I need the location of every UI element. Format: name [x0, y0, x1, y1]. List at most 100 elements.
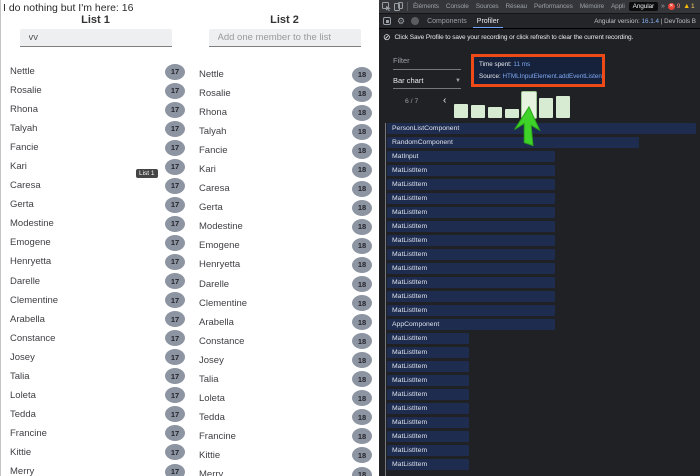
list-item[interactable]: Talia 17: [1, 367, 190, 386]
list-item[interactable]: Loleta 17: [1, 386, 190, 405]
list-item[interactable]: Caresa 18: [190, 179, 379, 198]
component-timing-bar[interactable]: MatListItem: [387, 389, 469, 400]
list-item[interactable]: Modestine 18: [190, 217, 379, 236]
tab-appli[interactable]: Appli: [610, 3, 626, 10]
list-item[interactable]: Tedda 17: [1, 405, 190, 424]
component-timing-bar[interactable]: MatListItem: [387, 235, 555, 246]
prev-frame-chevron[interactable]: ‹: [443, 95, 446, 106]
list-item[interactable]: Rhona 18: [190, 103, 379, 122]
list-item[interactable]: Arabella 17: [1, 310, 190, 329]
component-timing-bar[interactable]: MatListItem: [387, 291, 555, 302]
list-item[interactable]: Arabella 18: [190, 313, 379, 332]
list-item[interactable]: Talia 18: [190, 370, 379, 389]
list-item[interactable]: Kittie 18: [190, 446, 379, 465]
component-timing-bar[interactable]: MatListItem: [387, 221, 555, 232]
component-timing-bar[interactable]: MatListItem: [387, 431, 469, 442]
list-item[interactable]: Clementine 17: [1, 291, 190, 310]
tab-réseau[interactable]: Réseau: [505, 3, 529, 10]
list-item[interactable]: Constance 18: [190, 332, 379, 351]
component-timing-bar[interactable]: MatListItem: [387, 347, 469, 358]
source-value[interactable]: HTMLInputElement.addEventListener:keydow…: [502, 73, 605, 80]
member-name: Darelle: [10, 276, 40, 287]
list-scrollbar[interactable]: [385, 123, 386, 476]
tab-éléments[interactable]: Éléments: [412, 3, 440, 10]
list-item[interactable]: Gerta 18: [190, 198, 379, 217]
frame-bar-7[interactable]: [556, 96, 570, 118]
tab-mémoire[interactable]: Mémoire: [579, 3, 605, 10]
list-item[interactable]: Emogene 17: [1, 233, 190, 252]
gear-icon[interactable]: ⚙: [397, 17, 405, 26]
inspect-element-icon[interactable]: [382, 2, 391, 11]
tab-angular[interactable]: Angular: [629, 2, 658, 11]
component-timing-bar[interactable]: MatInput: [387, 151, 555, 162]
component-timing-bar[interactable]: MatListItem: [387, 165, 555, 176]
list-item[interactable]: Francine 17: [1, 424, 190, 443]
list-item[interactable]: Talyah 18: [190, 122, 379, 141]
member-badge: 18: [352, 67, 372, 83]
component-timing-bar[interactable]: AppComponent: [387, 319, 555, 330]
component-timing-bar[interactable]: MatListItem: [387, 207, 555, 218]
list-item[interactable]: Merry 17: [1, 462, 190, 476]
component-timing-bar[interactable]: MatListItem: [387, 417, 469, 428]
tab-components[interactable]: Components: [425, 18, 469, 25]
list-item[interactable]: Caresa 17: [1, 176, 190, 195]
list-item[interactable]: Kittie 17: [1, 443, 190, 462]
frame-bar-2[interactable]: [471, 105, 485, 118]
tab-performances[interactable]: Performances: [533, 3, 574, 10]
extension-frame-icon[interactable]: [383, 17, 391, 25]
list-item[interactable]: Clementine 18: [190, 294, 379, 313]
component-timing-bar[interactable]: MatListItem: [387, 459, 469, 470]
component-timing-bar[interactable]: MatListItem: [387, 263, 555, 274]
list-item[interactable]: Gerta 17: [1, 195, 190, 214]
component-timing-bar[interactable]: MatListItem: [387, 403, 469, 414]
list-item[interactable]: Henryetta 17: [1, 252, 190, 271]
component-timing-bar[interactable]: MatListItem: [387, 333, 469, 344]
list-item[interactable]: Loleta 18: [190, 389, 379, 408]
component-timing-bar[interactable]: MatListItem: [387, 305, 555, 316]
component-timing-bar[interactable]: MatListItem: [387, 193, 555, 204]
chart-type-select[interactable]: Bar chart ▼: [393, 76, 461, 89]
component-timing-bar[interactable]: MatListItem: [387, 249, 555, 260]
list-item[interactable]: Rosalie 17: [1, 81, 190, 100]
list-item[interactable]: Fancie 18: [190, 141, 379, 160]
list-item[interactable]: Modestine 17: [1, 214, 190, 233]
list-item[interactable]: Constance 17: [1, 329, 190, 348]
list-item[interactable]: Kari 17: [1, 157, 190, 176]
version-suffix: | DevTools B: [661, 18, 696, 25]
list-item[interactable]: Francine 18: [190, 427, 379, 446]
console-error-badge[interactable]: ✕ 9: [668, 3, 680, 10]
frame-bar-3[interactable]: [488, 107, 502, 118]
list-item[interactable]: Talyah 17: [1, 119, 190, 138]
component-timing-bar[interactable]: MatListItem: [387, 179, 555, 190]
list-item[interactable]: Emogene 18: [190, 236, 379, 255]
list-item[interactable]: Henryetta 18: [190, 255, 379, 274]
list-item[interactable]: Merry 18: [190, 465, 379, 476]
list-item[interactable]: Josey 17: [1, 348, 190, 367]
tab-profiler[interactable]: Profiler: [475, 18, 501, 25]
component-timing-bar[interactable]: MatListItem: [387, 375, 469, 386]
list-item[interactable]: Darelle 17: [1, 272, 190, 291]
frame-bar-1[interactable]: [454, 104, 468, 118]
list1-input[interactable]: [20, 29, 172, 47]
component-timing-bar[interactable]: MatListItem: [387, 445, 469, 456]
more-tabs-chevron[interactable]: »: [661, 3, 665, 10]
component-timing-rows: PersonListComponent RandomComponent MatI…: [387, 123, 699, 473]
device-toolbar-icon[interactable]: [394, 2, 403, 11]
filter-input[interactable]: Filter: [393, 56, 461, 70]
list-item[interactable]: Fancie 17: [1, 138, 190, 157]
component-timing-bar[interactable]: MatListItem: [387, 361, 469, 372]
list-item[interactable]: Rhona 17: [1, 100, 190, 119]
component-timing-bar[interactable]: MatListItem: [387, 277, 555, 288]
list-item[interactable]: Kari 18: [190, 160, 379, 179]
tab-console[interactable]: Console: [445, 3, 470, 10]
list-item[interactable]: Josey 18: [190, 351, 379, 370]
list-item[interactable]: Darelle 18: [190, 275, 379, 294]
record-slash-icon[interactable]: ⊘: [383, 33, 390, 42]
list-item[interactable]: Rosalie 18: [190, 84, 379, 103]
tab-sources[interactable]: Sources: [475, 3, 500, 10]
console-warning-badge[interactable]: ▲ 1: [683, 3, 694, 10]
list2-input[interactable]: [209, 29, 361, 47]
list-item[interactable]: Tedda 18: [190, 408, 379, 427]
list-item[interactable]: Nettle 17: [1, 62, 190, 81]
list-item[interactable]: Nettle 18: [190, 65, 379, 84]
